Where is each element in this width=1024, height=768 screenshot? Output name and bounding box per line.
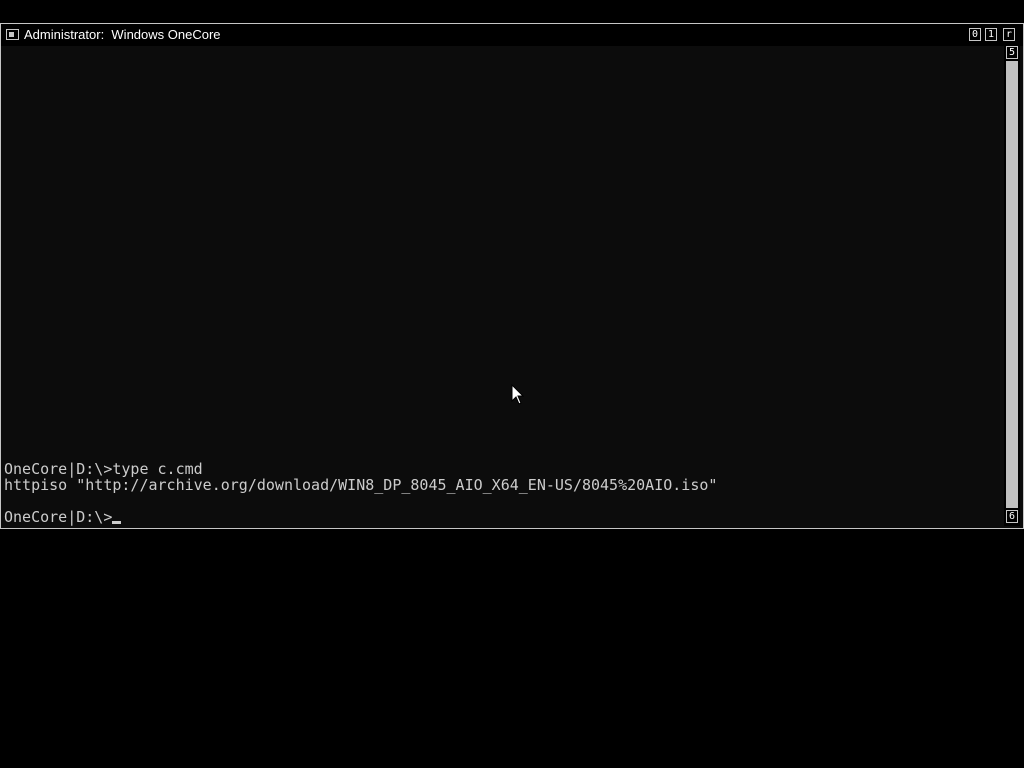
maximize-button[interactable]: 1 (985, 28, 997, 41)
minimize-button[interactable]: 0 (969, 28, 981, 41)
scroll-thumb[interactable] (1006, 61, 1018, 508)
vertical-scrollbar[interactable]: 5 6 (1004, 46, 1020, 526)
console-window: Administrator: Windows OneCore 0 1 r One… (0, 23, 1024, 529)
console-line: httpiso "http://archive.org/download/WIN… (4, 476, 718, 494)
scroll-up-button[interactable]: 5 (1006, 46, 1018, 59)
console-line: OneCore|D:\>type c.cmd (4, 460, 203, 478)
title-bar[interactable]: Administrator: Windows OneCore 0 1 r (1, 24, 1023, 46)
console-output[interactable]: OneCore|D:\>type c.cmd httpiso "http://a… (1, 46, 1003, 528)
console-window-icon (6, 29, 19, 40)
window-title: Administrator: Windows OneCore (24, 27, 221, 42)
console-prompt: OneCore|D:\> (4, 508, 113, 526)
console-prompt-line[interactable]: OneCore|D:\> (4, 508, 122, 526)
close-button[interactable]: r (1003, 28, 1015, 41)
mouse-pointer-icon (511, 384, 525, 405)
text-cursor (112, 521, 122, 524)
scroll-down-button[interactable]: 6 (1006, 510, 1018, 523)
